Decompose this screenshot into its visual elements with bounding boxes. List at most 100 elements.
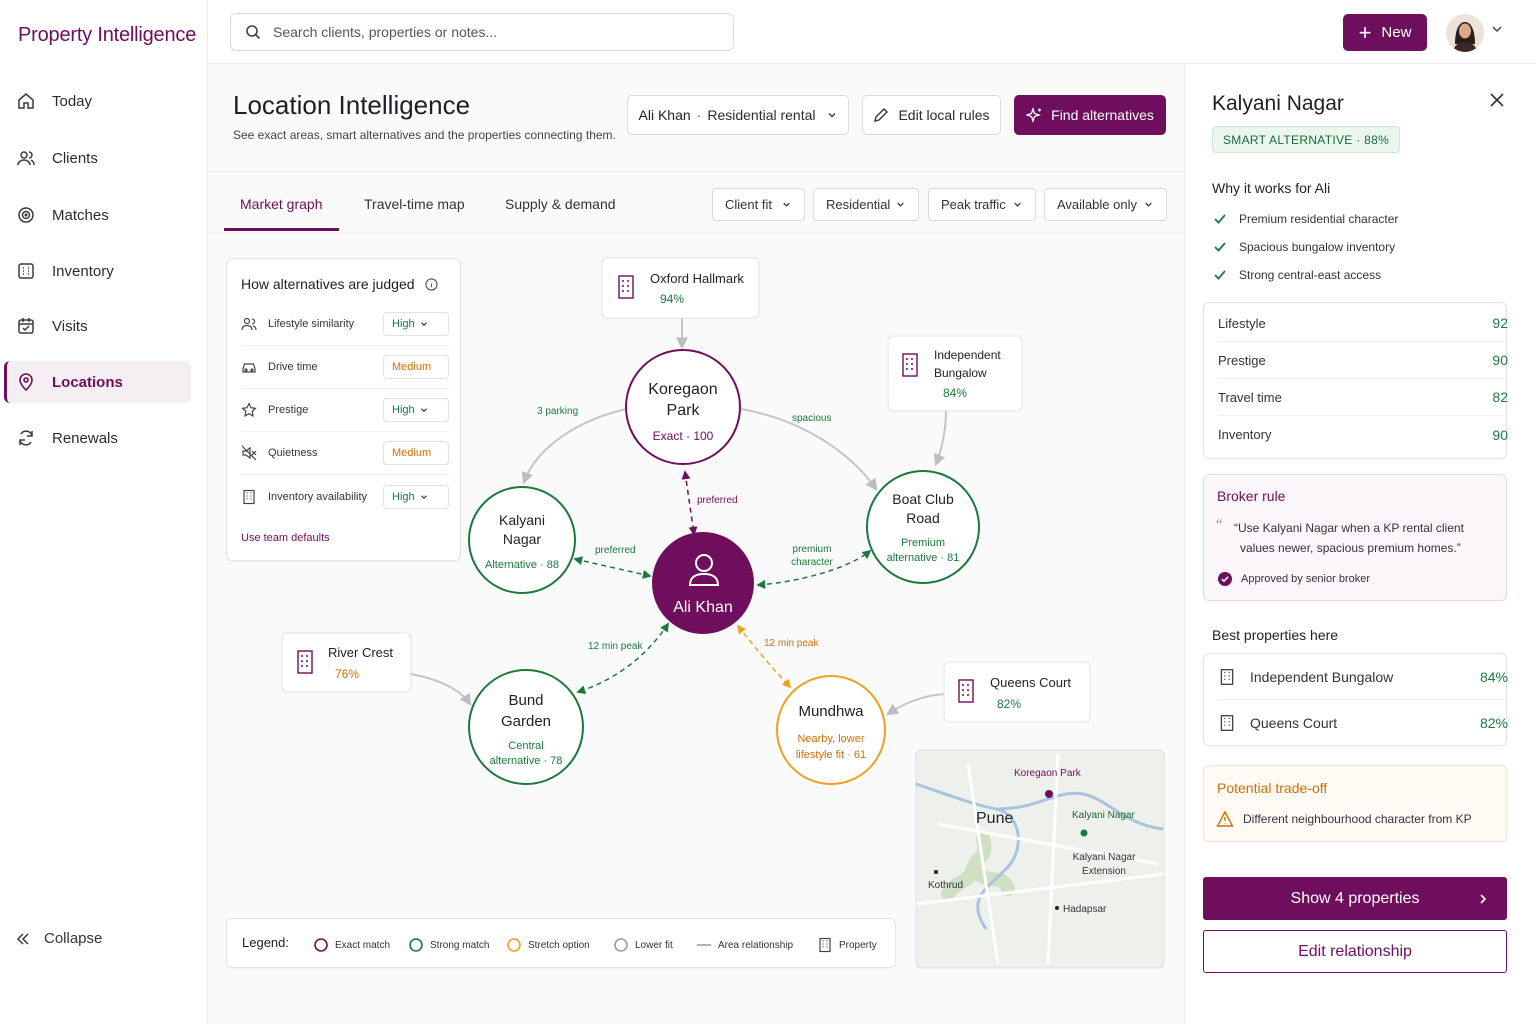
legend-lower: Lower fit (613, 937, 673, 953)
node-label: Park (667, 402, 701, 419)
nav-item-today[interactable]: Today (4, 80, 191, 122)
chevron-down-icon (421, 408, 427, 413)
criterion-select[interactable]: High (383, 312, 449, 336)
show-properties-button[interactable]: Show 4 properties (1203, 877, 1507, 920)
nav-item-matches[interactable]: Matches (4, 194, 191, 236)
edit-relationship-label: Edit relationship (1298, 942, 1412, 960)
node-label: Mundhwa (798, 703, 864, 720)
close-icon[interactable] (1489, 92, 1505, 108)
node-score: Exact · 100 (653, 429, 714, 443)
best-property-row[interactable]: Queens Court 82% (1218, 700, 1508, 746)
edge-indep-bcr (933, 410, 947, 467)
property-card-oxford-hallmark[interactable]: Oxford Hallmark 94% (601, 257, 760, 319)
legend-label: Lower fit (635, 939, 673, 951)
node-boat-club-road[interactable]: Boat Club Road Premium alternative · 81 (866, 470, 980, 584)
tradeoff-title: Potential trade-off (1217, 780, 1328, 796)
score-label: Prestige (1218, 352, 1266, 368)
edit-relationship-button[interactable]: Edit relationship (1203, 930, 1507, 973)
criterion-inventory: Inventory availability High (241, 475, 449, 518)
info-icon[interactable] (424, 277, 438, 291)
score-value: 90 (1492, 352, 1508, 368)
star-icon (241, 402, 257, 418)
node-label: Nagar (503, 531, 541, 547)
best-property-name: Independent Bungalow (1250, 668, 1394, 685)
why-item: Strong central-east access (1213, 268, 1381, 282)
nav-item-visits[interactable]: Visits (4, 305, 191, 347)
chevrons-left-icon (16, 932, 29, 945)
search-input[interactable]: Search clients, properties or notes... (273, 24, 497, 40)
chevron-down-icon[interactable] (1490, 22, 1504, 36)
criterion-select[interactable]: High (383, 398, 449, 422)
why-text: Strong central-east access (1239, 268, 1382, 282)
criterion-select[interactable]: Medium (383, 441, 449, 465)
criterion-select[interactable]: High (383, 484, 449, 509)
nav-item-clients[interactable]: Clients (4, 137, 191, 179)
nav-label: Visits (52, 317, 88, 335)
nav-item-locations[interactable]: Locations (4, 361, 191, 403)
nav-item-inventory[interactable]: Inventory (4, 250, 191, 292)
legend-label: Area relationship (718, 939, 794, 951)
quote-line: values newer, spacious premium homes.” (1240, 541, 1461, 555)
edge-queens-mw (886, 693, 945, 716)
score-value: 92 (1492, 315, 1508, 331)
legend-exact: Exact match (313, 937, 390, 953)
property-pct: 82% (997, 697, 1021, 711)
detail-panel: Kalyani Nagar SMART ALTERNATIVE · 88% Wh… (1184, 64, 1536, 1024)
sidebar: Property Intelligence Today Clients Matc… (0, 0, 208, 1024)
property-card-queens-court[interactable]: Queens Court 82% (943, 661, 1091, 723)
broker-rule-card: Broker rule “ “Use Kalyani Nagar when a … (1203, 474, 1507, 601)
calendar-check-icon (18, 318, 34, 334)
nav-item-renewals[interactable]: Renewals (4, 417, 191, 459)
criterion-label: Drive time (268, 361, 318, 373)
why-title: Why it works for Ali (1212, 180, 1331, 196)
node-label: Garden (501, 713, 551, 730)
map-pin-icon (19, 373, 33, 392)
check-circle-icon (1218, 572, 1232, 586)
node-score: Nearby, lower (797, 733, 864, 745)
edge-label: 12 min peak (588, 641, 643, 652)
map-marker-kp[interactable] (1045, 790, 1053, 798)
node-mundhwa[interactable]: Mundhwa Nearby, lower lifestyle fit · 61 (776, 675, 886, 785)
edge-label: spacious (792, 413, 831, 424)
new-button[interactable]: + New (1343, 14, 1427, 51)
edge-label: premium (793, 544, 832, 555)
avatar[interactable] (1446, 14, 1484, 52)
use-team-defaults-link[interactable]: Use team defaults (241, 532, 330, 544)
node-score: alternative · 81 (887, 552, 960, 564)
chevron-down-icon (421, 322, 427, 327)
node-label: Bund (508, 692, 543, 709)
property-name: Bungalow (934, 366, 987, 380)
node-client-center[interactable]: Ali Khan (652, 532, 754, 634)
tradeoff-row: Different neighbourhood character from K… (1216, 810, 1472, 828)
legend-label: Property (839, 939, 877, 951)
nav-label: Inventory (52, 262, 114, 280)
map-label-kothrud: Kothrud (928, 880, 963, 891)
map-marker-kn[interactable] (1080, 829, 1088, 837)
edge-label: preferred (595, 545, 636, 556)
building-icon (1220, 715, 1234, 731)
brand-logo[interactable]: Property Intelligence (18, 24, 196, 47)
nav-label: Locations (52, 373, 123, 391)
node-kalyani-nagar[interactable]: Kalyani Nagar Alternative · 88 (468, 486, 576, 594)
property-card-river-crest[interactable]: River Crest 76% (281, 632, 412, 693)
node-bund-garden[interactable]: Bund Garden Central alternative · 78 (468, 669, 584, 785)
home-icon (18, 93, 34, 109)
criterion-select[interactable]: Medium (383, 355, 449, 379)
property-name: Queens Court (990, 675, 1071, 690)
legend-strong: Strong match (408, 937, 489, 953)
edge-kn-center (573, 556, 652, 579)
search-bar[interactable]: Search clients, properties or notes... (230, 13, 734, 51)
check-icon (1214, 214, 1226, 224)
collapse-button[interactable]: Collapse (16, 930, 102, 947)
node-koregaon-park[interactable]: Koregaon Park Exact · 100 (625, 349, 741, 465)
plus-icon: + (1358, 19, 1372, 45)
best-property-row[interactable]: Independent Bungalow 84% (1218, 654, 1508, 700)
nav-label: Renewals (52, 429, 118, 447)
mini-map[interactable]: Pune Koregaon Park Kalyani Nagar Kalyani… (915, 749, 1165, 969)
inventory-icon (18, 263, 34, 279)
criterion-label: Quietness (268, 447, 318, 459)
legend: Legend: Exact match Strong match Stretch… (226, 918, 896, 968)
edge-kp-kn (521, 408, 627, 485)
property-card-independent-bungalow[interactable]: Independent Bungalow 84% (887, 335, 1023, 412)
search-icon (246, 25, 261, 40)
